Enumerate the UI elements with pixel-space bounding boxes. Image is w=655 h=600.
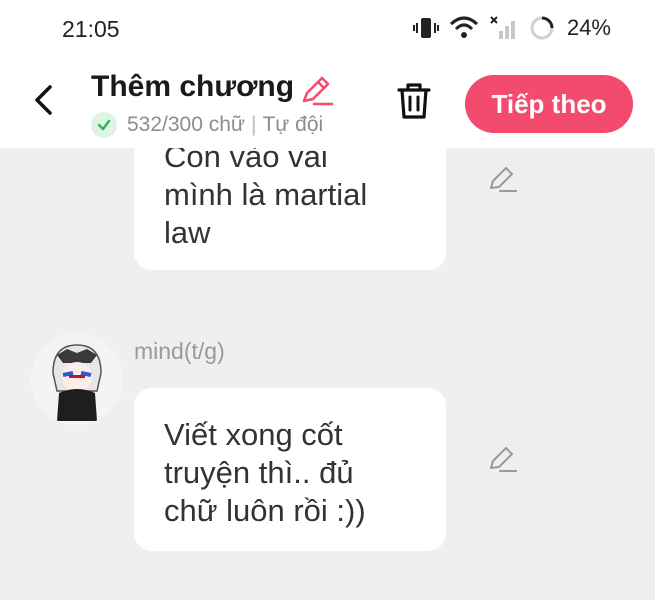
status-time: 21:05 (62, 16, 120, 42)
message-line: mình là martial (164, 177, 368, 212)
word-count: 532/300 chữ (127, 113, 245, 136)
check-circle-icon (91, 112, 117, 138)
battery-ring-icon (530, 16, 554, 40)
vibrate-icon (412, 18, 439, 38)
edit-message-pencil-icon[interactable] (486, 443, 518, 475)
edit-message-pencil-icon[interactable] (486, 163, 518, 195)
page-title: Thêm chương (91, 70, 295, 103)
battery-percent: 24% (566, 15, 611, 40)
word-count-line: 532/300 chữ | Tự đội (91, 112, 323, 138)
trash-icon[interactable] (393, 80, 435, 122)
top-bar: 21:05 24% Thêm chương 532/300 chữ | Tự đ… (0, 0, 655, 148)
message-line: law (164, 215, 211, 250)
message-line: chữ luôn rồi :)) (164, 493, 366, 528)
save-mode: Tự đội (262, 113, 324, 136)
message-line: truyện thì.. đủ (164, 455, 354, 490)
back-arrow-icon[interactable] (26, 82, 62, 118)
avatar[interactable] (31, 333, 123, 425)
message-bubble[interactable]: Viết xong cốt truyện thì.. đủ chữ luôn r… (134, 388, 446, 551)
next-button[interactable]: Tiếp theo (465, 75, 633, 133)
author-name: mind(t/g) (134, 338, 225, 364)
message-line: Viết xong cốt (164, 417, 343, 452)
status-icons: 24% (412, 12, 611, 44)
avatar-image (31, 333, 123, 425)
wifi-icon (449, 16, 478, 38)
signal-icon (490, 16, 515, 39)
edit-title-pencil-icon[interactable] (298, 72, 334, 108)
separator: | (250, 113, 257, 136)
